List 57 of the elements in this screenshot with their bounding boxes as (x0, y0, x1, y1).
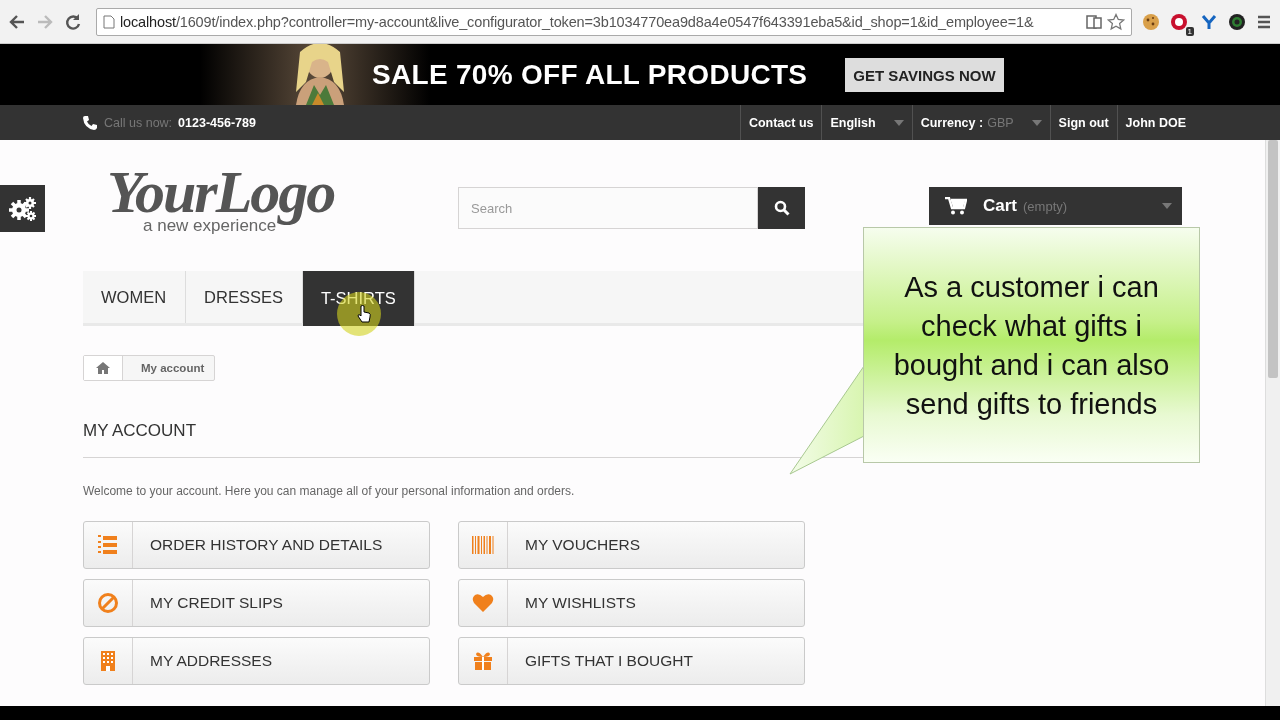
account-link-button[interactable]: MY CREDIT SLIPS (83, 579, 430, 627)
page-icon (103, 14, 115, 29)
url-path: /1609t/index.php?controller=my-account&live_configurator_token=3b1034770ea9d8a4e0547f643391eba5&id_shop=1&id_employee=1& (175, 13, 1034, 30)
cookie-icon[interactable] (1142, 12, 1160, 31)
home-link[interactable] (84, 356, 123, 380)
account-link-button[interactable]: ORDER HISTORY AND DETAILS (83, 521, 430, 569)
account-link-button[interactable]: MY VOUCHERS (458, 521, 805, 569)
caret-icon (1031, 119, 1042, 126)
scroll-thumb[interactable] (1268, 140, 1278, 378)
prohibited-icon (97, 592, 119, 614)
search-field[interactable]: Search (458, 187, 758, 229)
nav-link[interactable]: John DOE (1116, 105, 1194, 140)
menu-icon[interactable] (1256, 13, 1272, 30)
intro-text: Welcome to your account. Here you can manage all of your personal information and orders. (83, 484, 576, 498)
numbered-list-icon (97, 534, 119, 556)
account-link-button[interactable]: MY ADDRESSES (83, 637, 430, 685)
heart-icon (472, 592, 494, 614)
url-host: localhost (120, 13, 176, 30)
nav-link[interactable]: Contact us (739, 105, 822, 140)
back-icon[interactable] (8, 12, 26, 31)
account-link-button[interactable]: MY WISHLISTS (458, 579, 805, 627)
scrollbar[interactable] (1265, 140, 1280, 706)
badge-count: 1 (1185, 26, 1194, 36)
extension-button[interactable]: 1 (1170, 11, 1190, 32)
phone-label: Call us now: (104, 115, 173, 130)
savings-button[interactable]: GET SAVINGS NOW (845, 57, 1004, 92)
reader-icon[interactable] (1086, 13, 1102, 30)
reload-icon[interactable] (64, 12, 82, 31)
breadcrumb-current: My account (140, 362, 206, 374)
account-link-button[interactable]: GIFTS THAT I BOUGHT (458, 637, 805, 685)
callout-note: As a customer i can check what gifts i bought and i can also send gifts to friends (863, 227, 1200, 463)
y-icon[interactable] (1200, 12, 1218, 31)
settings-icon (8, 195, 37, 222)
hand-cursor-icon (357, 305, 371, 323)
nav-link[interactable]: Sign out (1049, 105, 1117, 140)
logo[interactable]: YourLogo a new experience (107, 162, 377, 236)
caret-icon (893, 119, 904, 126)
banner-headline: SALE 70% OFF ALL PRODUCTS (372, 58, 808, 91)
menu-tab[interactable]: T-SHIRTS (302, 271, 415, 326)
address-bar[interactable]: localhost/1609t/index.php?controller=my-account&live_configurator_token=3b1034770ea9d8a4e0547f643391eba5&id_shop=1&id_employee=1& (96, 7, 1132, 36)
phone-number: 0123-456-789 (178, 115, 256, 130)
settings-button[interactable] (0, 185, 45, 232)
home-icon (96, 362, 110, 374)
circle-icon[interactable] (1228, 12, 1246, 31)
menu-tab[interactable]: WOMEN (83, 271, 187, 323)
gift-icon (472, 650, 494, 672)
cart-icon (945, 197, 967, 215)
caret-icon (1162, 203, 1172, 209)
barcode-icon (472, 534, 494, 556)
search-button[interactable] (758, 187, 805, 229)
search-icon (773, 200, 790, 216)
cart-button[interactable]: Cart (empty) (929, 187, 1182, 225)
phone-icon (82, 114, 98, 131)
dropdown-toggle[interactable]: Currency : GBP (911, 105, 1050, 140)
menu-tab[interactable]: DRESSES (186, 271, 303, 323)
star-icon[interactable] (1107, 12, 1125, 31)
dropdown-toggle[interactable]: English (821, 105, 912, 140)
